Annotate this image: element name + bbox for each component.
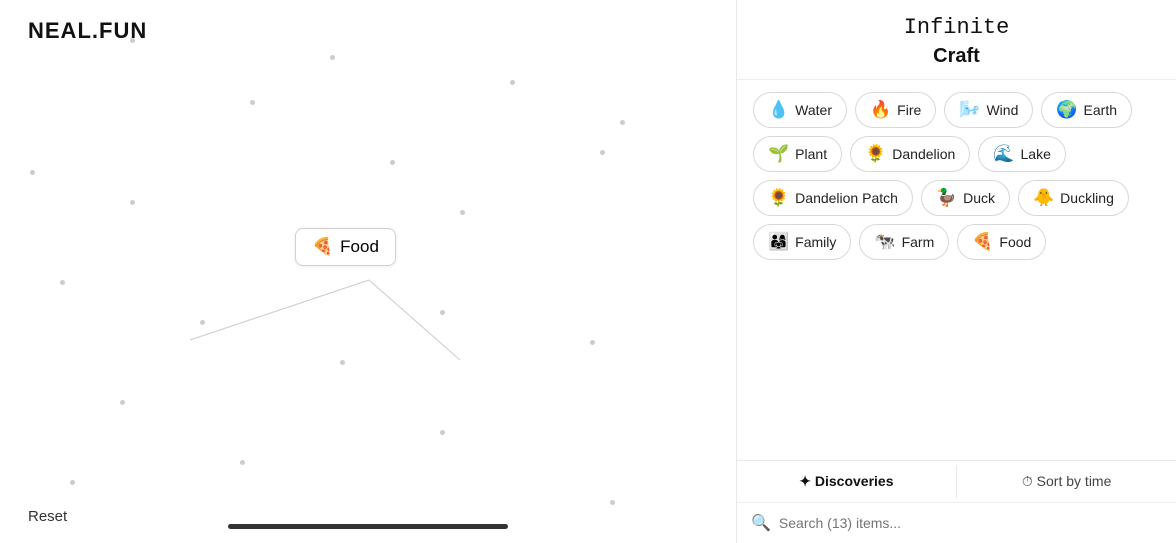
element-label: Family — [795, 234, 836, 250]
canvas-dot — [130, 200, 135, 205]
canvas-dot — [250, 100, 255, 105]
element-label: Farm — [902, 234, 935, 250]
element-emoji: 💧 — [768, 100, 789, 120]
canvas-dot — [200, 320, 205, 325]
element-emoji: 🌻 — [865, 144, 886, 164]
element-chip[interactable]: 🌊 Lake — [978, 136, 1066, 172]
element-label: Dandelion — [892, 146, 955, 162]
canvas-food-emoji: 🍕 — [312, 237, 333, 257]
canvas-dot — [440, 310, 445, 315]
element-emoji: 🐥 — [1033, 188, 1054, 208]
element-chip[interactable]: 🐥 Duckling — [1018, 180, 1129, 216]
element-emoji: 🦆 — [936, 188, 957, 208]
element-emoji: 🔥 — [870, 100, 891, 120]
craft-header: Infinite Craft — [737, 0, 1176, 80]
canvas-dot — [620, 120, 625, 125]
search-bar: 🔍 — [737, 502, 1176, 543]
canvas-dot — [600, 150, 605, 155]
element-chip[interactable]: 🔥 Fire — [855, 92, 936, 128]
element-chip[interactable]: 🌱 Plant — [753, 136, 842, 172]
reset-button[interactable]: Reset — [28, 508, 67, 525]
search-input[interactable] — [779, 515, 1162, 531]
element-emoji: 🐄 — [874, 232, 895, 252]
element-emoji: 🌊 — [993, 144, 1014, 164]
element-emoji: 🌱 — [768, 144, 789, 164]
element-label: Duck — [963, 190, 995, 206]
canvas-dot — [610, 500, 615, 505]
element-chip[interactable]: 💧 Water — [753, 92, 847, 128]
element-label: Earth — [1084, 102, 1117, 118]
canvas-dot — [390, 160, 395, 165]
canvas-dot — [120, 400, 125, 405]
element-emoji: 👨‍👩‍👧 — [768, 232, 789, 252]
canvas-food-item[interactable]: 🍕 Food — [295, 228, 396, 266]
element-chip[interactable]: 👨‍👩‍👧 Family — [753, 224, 851, 260]
element-emoji: 🍕 — [972, 232, 993, 252]
element-chip[interactable]: 🌻 Dandelion — [850, 136, 970, 172]
canvas-food-label: Food — [340, 237, 379, 257]
element-chip[interactable]: 🦆 Duck — [921, 180, 1010, 216]
bottom-tabs: ✦ Discoveries ⏱ Sort by time — [737, 460, 1176, 502]
scrollbar[interactable] — [228, 524, 508, 529]
canvas-dot — [460, 210, 465, 215]
canvas-dot — [130, 38, 135, 43]
canvas-dot — [340, 360, 345, 365]
canvas-dot — [30, 170, 35, 175]
element-emoji: 🌬️ — [959, 100, 980, 120]
craft-title-line2: Craft — [933, 45, 980, 67]
element-chip[interactable]: 🐄 Farm — [859, 224, 949, 260]
craft-title-line1: Infinite — [904, 15, 1010, 40]
discoveries-tab[interactable]: ✦ Discoveries — [737, 461, 956, 502]
element-emoji: 🌻 — [768, 188, 789, 208]
canvas-dot — [510, 80, 515, 85]
element-label: Fire — [897, 102, 921, 118]
craft-title: Infinite Craft — [904, 14, 1010, 69]
canvas-dot — [240, 460, 245, 465]
element-chip[interactable]: 🌍 Earth — [1041, 92, 1132, 128]
right-panel: Infinite Craft 💧 Water 🔥 Fire 🌬️ Wind 🌍 Earth 🌱 P… — [736, 0, 1176, 543]
canvas-dot — [590, 340, 595, 345]
canvas-area[interactable]: NEAL.FUN 🍕 Food Reset — [0, 0, 736, 543]
canvas-dot — [330, 55, 335, 60]
canvas-dot — [440, 430, 445, 435]
element-emoji: 🌍 — [1056, 100, 1077, 120]
element-label: Duckling — [1060, 190, 1114, 206]
search-icon: 🔍 — [751, 513, 771, 533]
element-label: Food — [999, 234, 1031, 250]
element-label: Lake — [1021, 146, 1051, 162]
element-chip[interactable]: 🍕 Food — [957, 224, 1046, 260]
element-label: Dandelion Patch — [795, 190, 898, 206]
sort-by-time-tab[interactable]: ⏱ Sort by time — [957, 461, 1176, 502]
canvas-dot — [70, 480, 75, 485]
canvas-svg — [0, 0, 736, 543]
element-label: Wind — [986, 102, 1018, 118]
element-chip[interactable]: 🌬️ Wind — [944, 92, 1033, 128]
element-chip[interactable]: 🌻 Dandelion Patch — [753, 180, 913, 216]
elements-grid[interactable]: 💧 Water 🔥 Fire 🌬️ Wind 🌍 Earth 🌱 Plant 🌻 Dandelion 🌊… — [737, 80, 1176, 460]
canvas-dot — [60, 280, 65, 285]
element-label: Water — [795, 102, 832, 118]
element-label: Plant — [795, 146, 827, 162]
